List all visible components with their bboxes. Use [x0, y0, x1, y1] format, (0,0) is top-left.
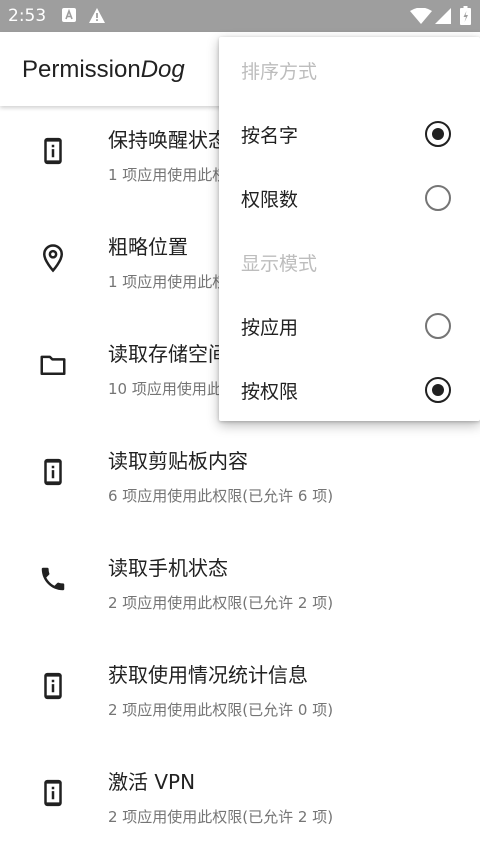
menu-item-label: 按应用 — [241, 317, 299, 339]
permission-subtitle: 2 项应用使用此权限(已允许 2 项) — [108, 808, 334, 826]
phone-info-icon — [44, 672, 62, 700]
radio-button[interactable] — [425, 377, 451, 403]
status-bar: 2:53 — [0, 0, 480, 32]
menu-header-display: 显示模式 — [219, 229, 480, 293]
permission-title: 获取使用情况统计信息 — [108, 663, 308, 687]
options-menu: 排序方式 按名字 权限数 显示模式 按应用 按权限 — [219, 37, 480, 421]
menu-header-sort: 排序方式 — [219, 37, 480, 101]
location-pin-icon — [42, 244, 64, 273]
list-item[interactable]: 读取剪贴板内容 6 项应用使用此权限(已允许 6 项) — [0, 427, 480, 534]
radio-button[interactable] — [425, 121, 451, 147]
menu-item-sort-by-count[interactable]: 权限数 — [219, 165, 480, 229]
menu-item-label: 按权限 — [241, 381, 299, 403]
permission-title: 激活 VPN — [108, 770, 196, 794]
menu-item-display-by-permission[interactable]: 按权限 — [219, 357, 480, 421]
menu-item-display-by-app[interactable]: 按应用 — [219, 293, 480, 357]
permission-title: 粗略位置 — [108, 235, 188, 259]
permission-subtitle: 2 项应用使用此权限(已允许 2 项) — [108, 594, 334, 612]
wifi-icon — [410, 8, 432, 24]
menu-item-sort-by-name[interactable]: 按名字 — [219, 101, 480, 165]
list-item[interactable]: 激活 VPN 2 项应用使用此权限(已允许 2 项) — [0, 748, 480, 855]
phone-info-icon — [44, 779, 62, 807]
menu-header-label: 排序方式 — [241, 61, 318, 83]
menu-header-label: 显示模式 — [241, 253, 318, 275]
app-title-suffix: Dog — [140, 56, 185, 83]
signal-icon — [435, 8, 451, 24]
warning-icon — [89, 8, 105, 23]
app-title: PermissionDog — [22, 56, 185, 84]
radio-button[interactable] — [425, 313, 451, 339]
permission-subtitle: 2 项应用使用此权限(已允许 0 项) — [108, 701, 334, 719]
permission-title: 保持唤醒状态 — [108, 128, 228, 152]
folder-icon — [40, 355, 66, 375]
menu-item-label: 权限数 — [241, 189, 299, 211]
phone-info-icon — [44, 137, 62, 165]
radio-button[interactable] — [425, 185, 451, 211]
menu-item-label: 按名字 — [241, 125, 299, 147]
phone-call-icon — [41, 567, 65, 591]
battery-icon — [460, 6, 471, 25]
permission-title: 读取剪贴板内容 — [108, 449, 248, 473]
status-time: 2:53 — [8, 6, 47, 26]
permission-title: 读取手机状态 — [108, 556, 228, 580]
permission-title: 读取存储空间 — [108, 342, 228, 366]
permission-subtitle: 6 项应用使用此权限(已允许 6 项) — [108, 487, 334, 505]
a-notification-icon — [62, 8, 76, 22]
list-item[interactable]: 读取手机状态 2 项应用使用此权限(已允许 2 项) — [0, 534, 480, 641]
phone-info-icon — [44, 458, 62, 486]
app-title-prefix: Permission — [22, 56, 141, 83]
list-item[interactable]: 获取使用情况统计信息 2 项应用使用此权限(已允许 0 项) — [0, 641, 480, 748]
